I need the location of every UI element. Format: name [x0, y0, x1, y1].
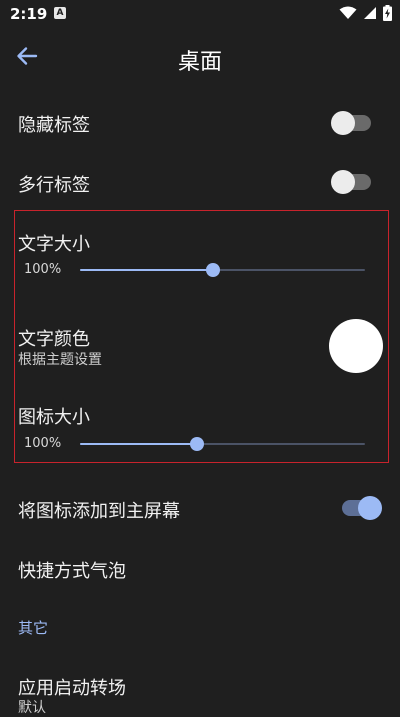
section-header-other: 其它 [18, 619, 49, 637]
text-color-swatch[interactable] [329, 319, 383, 373]
switch-knob [331, 170, 355, 194]
text-color-label: 文字颜色 [18, 329, 90, 350]
slider-thumb[interactable] [189, 437, 204, 451]
signal-icon [364, 7, 376, 19]
icon-size-value: 100% [24, 436, 62, 451]
icon-size-slider[interactable] [80, 437, 365, 451]
switch-knob [331, 111, 355, 135]
status-icons [339, 5, 392, 21]
hide-labels-switch[interactable] [331, 111, 371, 135]
shortcut-bubble-label[interactable]: 快捷方式气泡 [18, 557, 126, 583]
text-size-slider[interactable] [80, 263, 365, 277]
wifi-icon [339, 6, 357, 19]
slider-thumb[interactable] [205, 263, 220, 277]
status-time: 2:19 [10, 5, 48, 23]
switch-knob [358, 496, 382, 520]
app-bar: 桌面 [0, 28, 400, 92]
multiline-labels-switch[interactable] [331, 170, 371, 194]
status-bar: 2:19 A [0, 0, 400, 28]
notification-icon: A [54, 7, 66, 19]
hide-labels-label: 隐藏标签 [18, 115, 90, 136]
battery-charging-icon [383, 5, 392, 21]
icon-size-label: 图标大小 [18, 407, 90, 428]
multiline-labels-label: 多行标签 [18, 175, 90, 196]
add-to-home-label: 将图标添加到主屏幕 [18, 501, 180, 522]
add-to-home-switch[interactable] [342, 496, 382, 520]
text-color-subtitle: 根据主题设置 [18, 352, 102, 368]
text-size-value: 100% [24, 262, 62, 277]
app-launch-transition-value: 默认 [18, 700, 46, 716]
page-title: 桌面 [177, 50, 222, 75]
slider-fill [80, 269, 213, 271]
slider-fill [80, 443, 197, 445]
text-size-label: 文字大小 [18, 234, 90, 255]
